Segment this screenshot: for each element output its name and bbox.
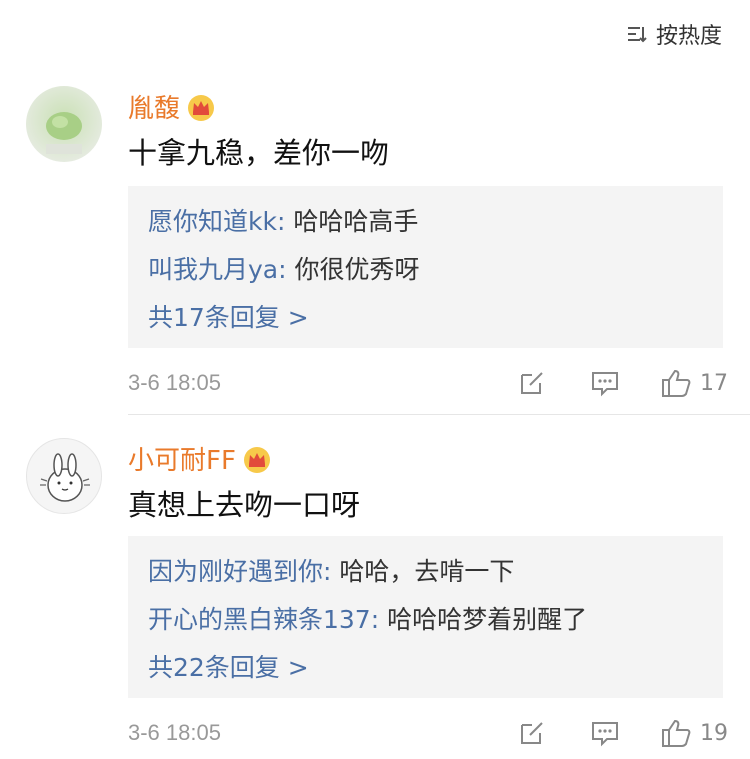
reply-username[interactable]: 叫我九月ya: <box>148 255 287 284</box>
reply-username[interactable]: 开心的黑白辣条137: <box>148 605 379 634</box>
avatar[interactable] <box>26 438 102 514</box>
like-count: 19 <box>700 720 728 746</box>
comment-text: 十拿九稳，差你一吻 <box>128 136 390 170</box>
reply-username[interactable]: 因为刚好遇到你: <box>148 557 331 586</box>
more-replies-link[interactable]: 共22条回复 > <box>148 644 703 692</box>
like-button[interactable]: 17 <box>660 368 728 398</box>
forward-icon <box>521 722 543 744</box>
reply-item: 因为刚好遇到你: 哈哈，去啃一下 <box>148 548 703 596</box>
crown-icon <box>243 446 270 473</box>
comment-icon <box>592 372 618 397</box>
reply-text: 哈哈，去啃一下 <box>331 557 515 586</box>
sort-button[interactable]: 按热度 <box>626 18 722 50</box>
reply-item: 叫我九月ya: 你很优秀呀 <box>148 246 703 294</box>
reply-item: 愿你知道kk: 哈哈哈高手 <box>148 198 703 246</box>
username[interactable]: 小可耐FF <box>128 440 236 477</box>
reply-box[interactable]: 因为刚好遇到你: 哈哈，去啃一下 开心的黑白辣条137: 哈哈哈梦着别醒了 共2… <box>128 536 723 698</box>
sort-icon <box>627 27 647 43</box>
forward-icon <box>521 372 543 394</box>
crown-icon <box>188 94 215 121</box>
comment-text: 真想上去吻一口呀 <box>128 488 361 522</box>
reply-username[interactable]: 愿你知道kk: <box>148 207 285 236</box>
timestamp: 3-6 18:05 <box>128 720 221 745</box>
forward-button[interactable] <box>518 369 546 397</box>
comment-icon <box>592 722 618 747</box>
avatar-image <box>26 86 102 162</box>
reply-button[interactable] <box>590 719 620 747</box>
reply-box[interactable]: 愿你知道kk: 哈哈哈高手 叫我九月ya: 你很优秀呀 共17条回复 > <box>128 186 723 348</box>
reply-button[interactable] <box>590 369 620 397</box>
like-count: 17 <box>700 370 728 396</box>
sort-label: 按热度 <box>655 24 722 49</box>
reply-item: 开心的黑白辣条137: 哈哈哈梦着别醒了 <box>148 596 703 644</box>
reply-text: 哈哈哈梦着别醒了 <box>379 605 588 634</box>
reply-text: 你很优秀呀 <box>286 255 420 284</box>
like-button[interactable]: 19 <box>660 718 728 748</box>
thumbs-up-icon <box>662 719 691 747</box>
reply-text: 哈哈哈高手 <box>285 207 419 236</box>
more-replies-link[interactable]: 共17条回复 > <box>148 294 703 342</box>
avatar-image <box>40 453 90 502</box>
thumbs-up-icon <box>662 369 691 397</box>
timestamp: 3-6 18:05 <box>128 370 221 395</box>
username[interactable]: 胤馥 <box>128 88 180 125</box>
forward-button[interactable] <box>518 719 546 747</box>
divider <box>128 414 750 415</box>
avatar[interactable] <box>26 86 102 162</box>
